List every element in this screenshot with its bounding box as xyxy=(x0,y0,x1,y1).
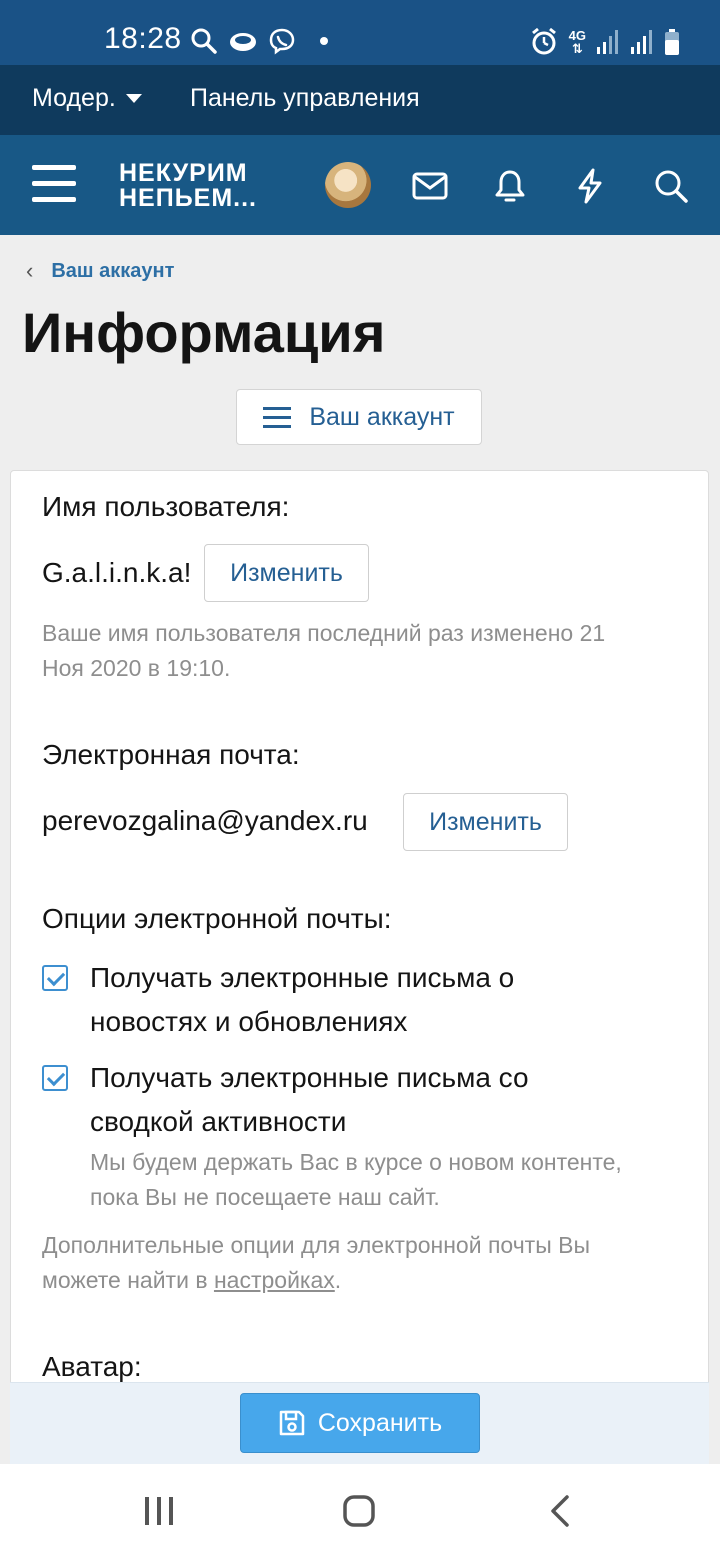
home-icon[interactable] xyxy=(342,1494,376,1528)
cloud-app-icon xyxy=(230,33,256,51)
more-email-options-hint: Дополнительные опции для электронной поч… xyxy=(42,1232,591,1293)
preferences-link[interactable]: настройках xyxy=(214,1267,335,1293)
account-details-form: Имя пользователя: G.a.l.i.n.k.a! Изменит… xyxy=(10,470,709,1470)
system-icons: 4G ⇅ xyxy=(529,26,680,58)
email-options-label: Опции электронной почты: xyxy=(42,903,392,934)
news-updates-option-label[interactable]: Получать электронные письма о новостях и… xyxy=(90,956,700,1044)
activity-summary-option-label[interactable]: Получать электронные письма со сводкой а… xyxy=(90,1056,700,1144)
logo-line-1: НЕКУРИМ xyxy=(119,159,248,187)
caret-down-icon xyxy=(125,94,142,103)
inbox-icon[interactable] xyxy=(411,167,449,205)
breadcrumb-label[interactable]: Ваш аккаунт xyxy=(51,260,174,283)
control-panel-link[interactable]: Панель управления xyxy=(190,84,420,113)
lightning-icon[interactable] xyxy=(571,167,609,205)
recent-apps-icon[interactable] xyxy=(143,1494,175,1528)
email-value: perevozgalina@yandex.ru xyxy=(42,805,368,836)
activity-summary-hint: Мы будем держать Вас в курсе о новом кон… xyxy=(90,1149,622,1210)
avatar-label: Аватар: xyxy=(42,1351,142,1382)
site-header: НЕКУРИМ НЕПЬЕМ... xyxy=(0,135,720,235)
viber-icon xyxy=(269,28,295,55)
save-button[interactable]: Сохранить xyxy=(240,1393,480,1453)
more-dot-icon xyxy=(320,37,328,45)
account-menu-label: Ваш аккаунт xyxy=(309,402,455,431)
change-email-button[interactable]: Изменить xyxy=(403,793,568,851)
user-avatar[interactable] xyxy=(325,162,371,208)
logo-line-2: НЕПЬЕМ... xyxy=(119,184,258,212)
status-time: 18:28 xyxy=(104,22,182,55)
page-title: Информация xyxy=(22,301,386,364)
moderator-menu[interactable]: Модер. xyxy=(32,84,142,113)
hamburger-menu-icon[interactable] xyxy=(32,165,76,205)
username-label: Имя пользователя: xyxy=(42,491,290,522)
floppy-disk-icon xyxy=(279,1410,305,1436)
save-label: Сохранить xyxy=(317,1408,443,1437)
bell-icon[interactable] xyxy=(491,167,529,205)
site-logo[interactable]: НЕКУРИМ НЕПЬЕМ... xyxy=(119,161,257,211)
system-navigation-bar xyxy=(0,1464,720,1560)
change-username-button[interactable]: Изменить xyxy=(204,544,369,602)
signal-icon-2 xyxy=(631,30,652,54)
alarm-icon xyxy=(531,27,556,55)
breadcrumb[interactable]: ‹ Ваш аккаунт xyxy=(26,258,174,284)
username-change-hint: Ваше имя пользователя последний раз изме… xyxy=(42,620,606,681)
search-notification-icon xyxy=(191,28,217,54)
username-value: G.a.l.i.n.k.a! xyxy=(42,557,192,588)
email-label: Электронная почта: xyxy=(42,739,300,770)
list-icon xyxy=(263,401,292,434)
account-menu-button[interactable]: Ваш аккаунт xyxy=(236,389,482,445)
signal-icon xyxy=(597,30,618,54)
search-icon[interactable] xyxy=(652,167,690,205)
chevron-left-icon: ‹ xyxy=(26,258,34,283)
news-updates-checkbox[interactable] xyxy=(42,965,68,991)
moderator-bar: Модер. Панель управления xyxy=(0,65,720,135)
back-icon[interactable] xyxy=(548,1494,572,1528)
moderator-label: Модер. xyxy=(32,84,116,112)
notification-icons xyxy=(190,26,328,56)
network-type-label: 4G ⇅ xyxy=(568,28,586,56)
battery-icon xyxy=(665,29,679,55)
activity-summary-checkbox[interactable] xyxy=(42,1065,68,1091)
